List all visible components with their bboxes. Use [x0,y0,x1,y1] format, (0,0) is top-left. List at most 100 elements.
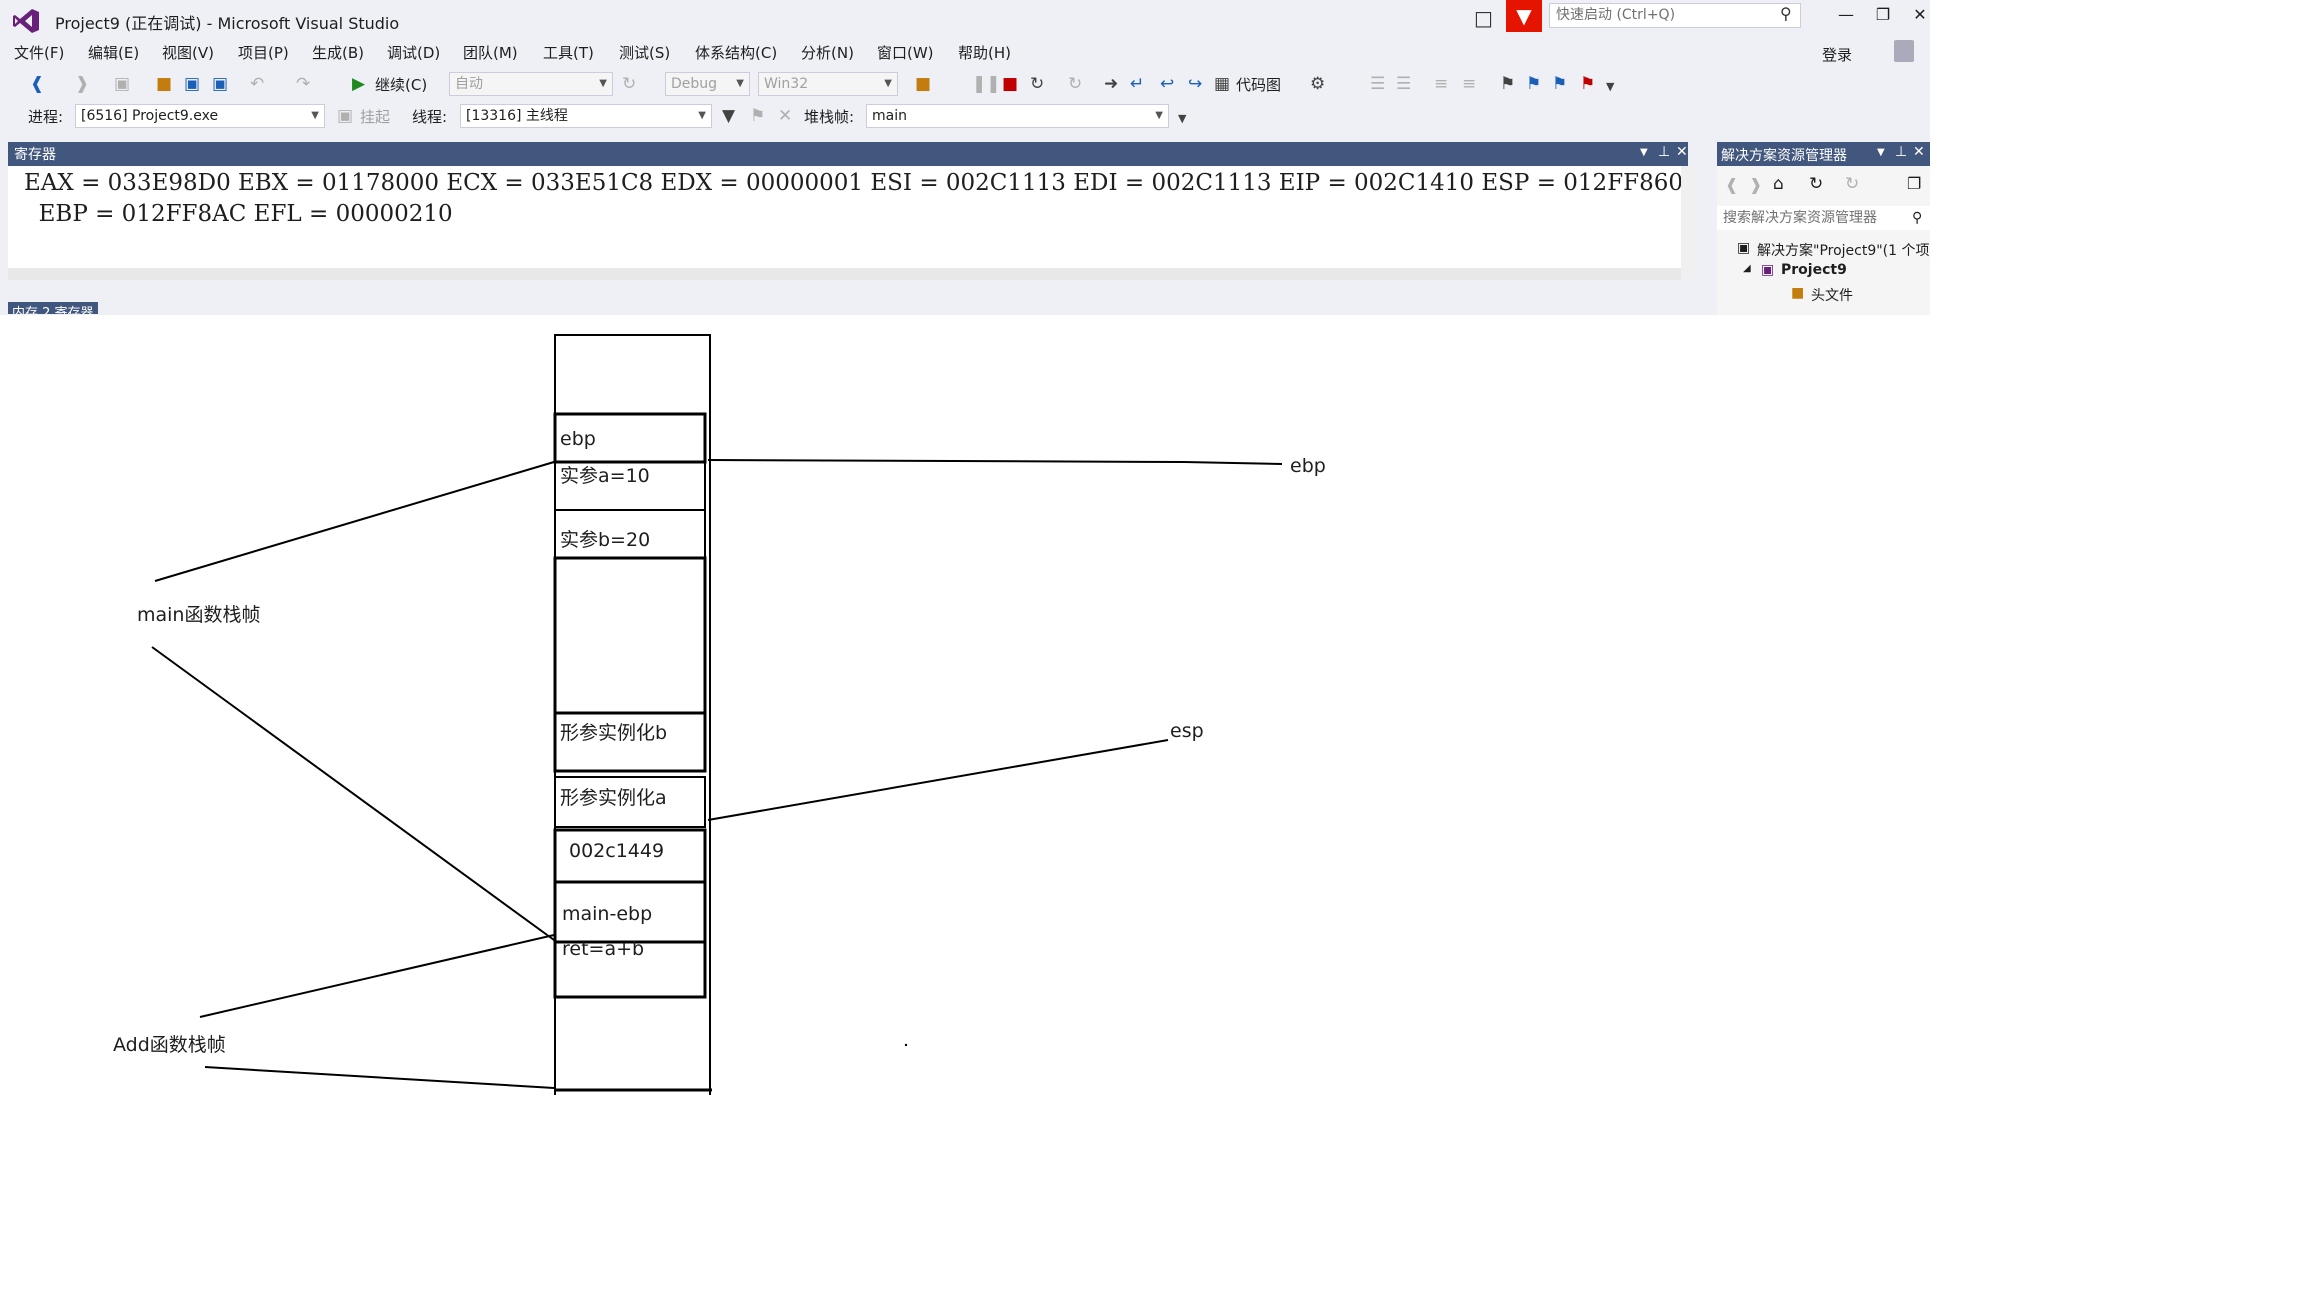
toolbar-overflow-icon[interactable]: ▼ [1178,112,1186,125]
menu-tools[interactable]: 工具(T) [543,42,594,63]
menu-architecture[interactable]: 体系结构(C) [695,42,777,63]
notification-filter-icon[interactable]: ▼ [1506,0,1542,32]
login-link[interactable]: 登录 [1822,44,1852,65]
platform-combo[interactable]: Win32 ▼ [758,72,898,96]
stop-icon[interactable]: ■ [1002,74,1018,94]
menu-test[interactable]: 测试(S) [619,42,670,63]
pause-icon[interactable]: ❚❚ [972,74,1001,94]
forward-icon[interactable]: ❱ [1749,175,1762,194]
forward-icon[interactable]: ❱ [75,74,89,94]
registers-content[interactable]: EAX = 033E98D0 EBX = 01178000 ECX = 033E… [8,166,1695,280]
quick-launch-input[interactable]: 快速启动 (Ctrl+Q) [1549,3,1801,28]
stack-cell-label: ebp [560,428,596,450]
continue-button[interactable]: 继续(C) [375,74,427,95]
menu-debug[interactable]: 调试(D) [387,42,440,63]
pin-icon[interactable]: ⊥ [1895,144,1907,160]
tools-icon[interactable]: ⚙ [1310,74,1325,94]
menu-team[interactable]: 团队(M) [463,42,518,63]
code-map-button[interactable]: 代码图 [1236,74,1281,95]
menu-build[interactable]: 生成(B) [312,42,364,63]
search-icon[interactable]: ⚲ [1780,4,1792,23]
continue-icon[interactable]: ▶ [352,74,365,94]
menu-window[interactable]: 窗口(W) [877,42,934,63]
title-bar: Project9 (正在调试) - Microsoft Visual Studi… [0,0,1930,42]
horizontal-scrollbar[interactable] [8,268,1681,280]
pin-icon[interactable]: ⊥ [1658,144,1670,160]
collapse-all-icon[interactable]: ❐ [1907,174,1921,193]
align-icon[interactable]: ☰ [1370,74,1385,94]
next-bookmark-icon[interactable]: ⚑ [1552,74,1567,94]
process-label: 进程: [28,108,64,126]
solution-search-input[interactable]: 搜索解决方案资源管理器 [1717,206,1930,230]
register-values-line-2: EBP = 012FF8AC EFL = 00000210 [24,201,453,227]
configuration-combo[interactable]: Debug ▼ [665,72,750,96]
refresh-icon[interactable]: ↻ [622,74,636,94]
thread-combo[interactable]: [13316] 主线程 ▼ [460,104,712,128]
menu-analyze[interactable]: 分析(N) [801,42,854,63]
back-icon[interactable]: ❰ [1725,175,1738,194]
search-icon[interactable]: ⚲ [1912,210,1922,226]
panel-dropdown-icon[interactable]: ▼ [1640,147,1648,158]
stack-cell-label: 形参实例化a [560,787,667,809]
suspend-icon[interactable]: ▣ [337,106,353,126]
stack-cell-empty [553,556,707,715]
tree-item-project[interactable]: Project9 [1781,262,1847,278]
process-combo[interactable]: [6516] Project9.exe ▼ [75,104,325,128]
clear-bookmarks-icon[interactable]: ⚑ [1580,74,1595,94]
standard-toolbar: ❰ ❱ ▣ ■ ▣ ▣ ↶ ↷ ▶ 继续(C) 自动 ▼ ↻ Debug ▼ Win… [0,68,1930,98]
new-project-icon[interactable]: ▣ [114,74,130,94]
tree-item-headers[interactable]: 头文件 [1811,285,1853,305]
align-right-icon[interactable]: ☰ [1396,74,1411,94]
flag-thread-icon[interactable]: ⚑ [750,106,765,126]
filter-threads-icon[interactable]: ▼ [722,106,735,126]
show-next-statement-icon[interactable]: ↻ [1068,74,1082,94]
step-out-icon[interactable]: ↪ [1188,74,1202,94]
suspend-button[interactable]: 挂起 [360,106,390,127]
expand-arrow-icon[interactable]: ◢ [1743,263,1751,274]
panel-dropdown-icon[interactable]: ▼ [1877,147,1885,158]
refresh-icon[interactable]: ↻ [1845,174,1859,194]
window-title: Project9 (正在调试) - Microsoft Visual Studi… [55,14,400,33]
vertical-scrollbar[interactable] [1681,166,1695,279]
bookmark-icon[interactable]: ⚑ [1500,74,1515,94]
back-icon[interactable]: ❰ [30,74,44,94]
step-into-icon[interactable]: ↵ [1130,74,1144,94]
sync-icon[interactable]: ↻ [1809,174,1823,194]
indent-icon[interactable]: ≡ [1434,74,1448,94]
save-all-icon[interactable]: ▣ [212,74,228,94]
account-icon[interactable] [1894,40,1914,62]
visual-studio-window: Project9 (正在调试) - Microsoft Visual Studi… [0,0,1930,1095]
toolbar-overflow-icon[interactable]: ▼ [1606,80,1614,93]
feedback-icon[interactable]: □ [1474,6,1493,30]
step-over-icon[interactable]: ↩ [1160,74,1174,94]
menu-edit[interactable]: 编辑(E) [88,42,139,63]
step-arrow-icon[interactable]: ➜ [1104,74,1118,94]
tree-item-solution[interactable]: 解决方案"Project9"(1 个项 [1757,240,1930,260]
menu-help[interactable]: 帮助(H) [958,42,1011,63]
outdent-icon[interactable]: ≡ [1462,74,1476,94]
open-folder-icon[interactable]: ■ [156,74,172,94]
save-icon[interactable]: ▣ [184,74,200,94]
restore-icon[interactable]: ❐ [1868,5,1898,24]
stack-frame-combo[interactable]: main ▼ [866,104,1169,128]
prev-bookmark-icon[interactable]: ⚑ [1526,74,1541,94]
close-icon[interactable]: ✕ [1913,144,1925,160]
restart-icon[interactable]: ↻ [1030,74,1044,94]
redo-icon[interactable]: ↷ [296,74,310,94]
find-icon[interactable]: ■ [915,74,931,94]
solution-explorer-title: 解决方案资源管理器 [1721,148,1847,164]
close-icon[interactable]: ✕ [1676,144,1688,160]
code-map-icon[interactable]: ▦ [1214,74,1230,94]
home-icon[interactable]: ⌂ [1773,174,1784,194]
menu-project[interactable]: 项目(P) [238,42,289,63]
menu-view[interactable]: 视图(V) [162,42,214,63]
menu-file[interactable]: 文件(F) [14,42,64,63]
chevron-down-icon: ▼ [599,78,607,89]
minimize-icon[interactable]: — [1831,5,1861,24]
toggle-flag-icon[interactable]: ✕ [778,106,792,126]
bottom-tabs[interactable]: 内存 2 寄存器 [8,302,98,314]
solution-icon: ▣ [1737,240,1751,256]
auto-combo[interactable]: 自动 ▼ [449,72,613,96]
undo-icon[interactable]: ↶ [250,74,264,94]
close-icon[interactable]: ✕ [1905,5,1935,24]
